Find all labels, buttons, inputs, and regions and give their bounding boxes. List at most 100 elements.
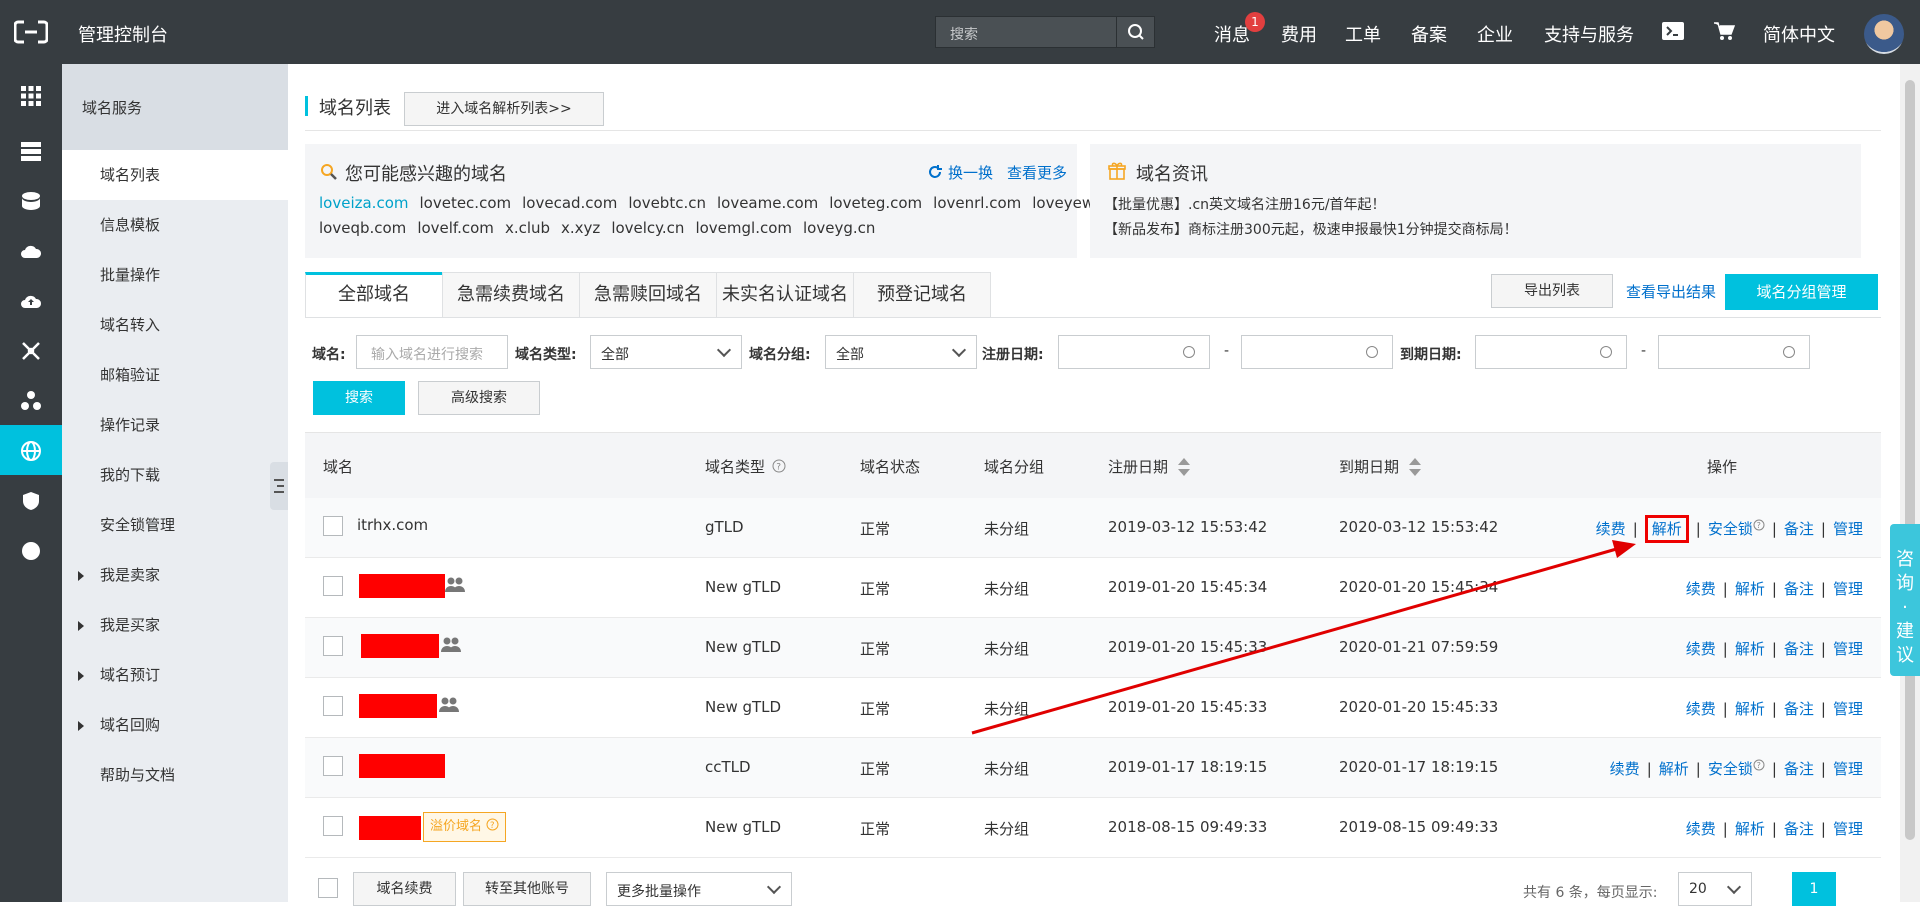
- group-manage-button[interactable]: 域名分组管理: [1725, 274, 1878, 310]
- nav-icp[interactable]: 备案: [1411, 21, 1447, 47]
- redacted-domain[interactable]: [359, 694, 437, 718]
- nav-support[interactable]: 支持与服务: [1544, 21, 1634, 47]
- suggested-domain[interactable]: x.xyz: [561, 219, 600, 237]
- suggested-domain[interactable]: lovemgl.com: [695, 219, 792, 237]
- suggested-domain[interactable]: lovenrl.com: [933, 194, 1021, 212]
- row-checkbox[interactable]: [323, 576, 343, 596]
- redacted-domain[interactable]: [359, 754, 445, 778]
- suggested-domain[interactable]: x.club: [505, 219, 550, 237]
- exp-date-end-input[interactable]: [1658, 335, 1810, 369]
- nav-billing[interactable]: 费用: [1281, 21, 1317, 47]
- suggested-domain[interactable]: lovebtc.cn: [628, 194, 706, 212]
- domain-search-input[interactable]: 输入域名进行搜索: [356, 335, 508, 369]
- manage-link[interactable]: 管理: [1833, 820, 1863, 838]
- help-icon[interactable]: ?: [1753, 519, 1765, 531]
- help-icon[interactable]: ?: [486, 818, 499, 831]
- remark-link[interactable]: 备注: [1784, 700, 1814, 718]
- view-more-link[interactable]: 查看更多: [1007, 162, 1067, 183]
- nav-tickets[interactable]: 工单: [1345, 21, 1381, 47]
- rail-domain[interactable]: [0, 425, 62, 475]
- manage-link[interactable]: 管理: [1833, 700, 1863, 718]
- nav-enterprise[interactable]: 企业: [1477, 21, 1513, 47]
- reg-date-end-input[interactable]: [1241, 335, 1393, 369]
- security-lock-link[interactable]: 安全锁: [1708, 760, 1753, 778]
- sidebar-item-email-verify[interactable]: 邮箱验证: [62, 350, 288, 400]
- manage-link[interactable]: 管理: [1833, 520, 1863, 538]
- rail-cloud[interactable]: [0, 225, 62, 275]
- news-item[interactable]: 【新品发布】商标注册300元起，极速申报最快1分钟提交商标局！: [1104, 219, 1518, 239]
- dns-resolve-link[interactable]: 解析: [1735, 580, 1765, 598]
- dns-resolve-link[interactable]: 解析: [1735, 820, 1765, 838]
- sidebar-item-templates[interactable]: 信息模板: [62, 200, 288, 250]
- page-button-current[interactable]: 1: [1792, 872, 1836, 906]
- consult-feedback-tab[interactable]: 咨询·建议: [1890, 524, 1920, 676]
- page-size-select[interactable]: 20: [1678, 872, 1752, 906]
- dns-resolve-link[interactable]: 解析: [1644, 515, 1689, 543]
- avatar[interactable]: [1864, 14, 1904, 54]
- suggested-domain[interactable]: loveteg.com: [829, 194, 922, 212]
- batch-actions-select[interactable]: 更多批量操作: [606, 872, 792, 906]
- batch-renew-button[interactable]: 域名续费: [353, 872, 456, 906]
- sort-icon[interactable]: [1177, 457, 1191, 477]
- dns-resolve-link[interactable]: 解析: [1659, 760, 1689, 778]
- page-scrollbar-thumb[interactable]: [1905, 80, 1915, 840]
- refresh-suggestions-link[interactable]: 换一换: [948, 162, 993, 183]
- domain-link[interactable]: itrhx.com: [357, 516, 428, 534]
- suggested-domain[interactable]: loveyg.cn: [803, 219, 875, 237]
- help-icon[interactable]: ?: [772, 459, 786, 473]
- transfer-account-button[interactable]: 转至其他账号: [463, 872, 591, 906]
- manage-link[interactable]: 管理: [1833, 580, 1863, 598]
- tab-preregistered[interactable]: 预登记域名: [853, 272, 991, 318]
- global-search[interactable]: 搜索: [935, 16, 1155, 48]
- remark-link[interactable]: 备注: [1784, 760, 1814, 778]
- suggested-domain[interactable]: loveame.com: [717, 194, 818, 212]
- th-exp-date[interactable]: 到期日期: [1339, 456, 1422, 477]
- remark-link[interactable]: 备注: [1784, 580, 1814, 598]
- row-checkbox[interactable]: [323, 516, 343, 536]
- redacted-domain[interactable]: [361, 634, 439, 658]
- search-icon[interactable]: [1116, 17, 1154, 47]
- advanced-search-button[interactable]: 高级搜索: [418, 381, 540, 415]
- remark-link[interactable]: 备注: [1784, 640, 1814, 658]
- row-checkbox[interactable]: [323, 636, 343, 656]
- manage-link[interactable]: 管理: [1833, 640, 1863, 658]
- rail-db[interactable]: [0, 175, 62, 225]
- tab-all-domains[interactable]: 全部域名: [305, 272, 443, 318]
- domain-type-select[interactable]: 全部: [590, 335, 742, 369]
- remark-link[interactable]: 备注: [1784, 820, 1814, 838]
- sidebar-item-seller[interactable]: 我是卖家: [62, 550, 288, 600]
- dns-resolve-link[interactable]: 解析: [1735, 700, 1765, 718]
- tab-renew-urgent[interactable]: 急需续费域名: [442, 272, 580, 318]
- refresh-icon[interactable]: [927, 164, 943, 184]
- sidebar-item-buyback[interactable]: 域名回购: [62, 700, 288, 750]
- sidebar-item-lock-manage[interactable]: 安全锁管理: [62, 500, 288, 550]
- rail-network[interactable]: [0, 325, 62, 375]
- renew-link[interactable]: 续费: [1686, 820, 1716, 838]
- remark-link[interactable]: 备注: [1784, 520, 1814, 538]
- redacted-domain[interactable]: [359, 816, 421, 840]
- sidebar-collapse-handle[interactable]: [270, 462, 288, 510]
- sidebar-item-domain-list[interactable]: 域名列表: [62, 150, 288, 200]
- row-checkbox[interactable]: [323, 756, 343, 776]
- renew-link[interactable]: 续费: [1686, 580, 1716, 598]
- row-checkbox[interactable]: [323, 816, 343, 836]
- sidebar-item-buyer[interactable]: 我是买家: [62, 600, 288, 650]
- reg-date-start-input[interactable]: [1058, 335, 1210, 369]
- search-button[interactable]: 搜索: [313, 381, 405, 415]
- aliyun-logo-icon[interactable]: [14, 20, 48, 44]
- row-checkbox[interactable]: [323, 696, 343, 716]
- goto-dns-list-button[interactable]: 进入域名解析列表>>: [404, 92, 604, 126]
- console-title[interactable]: 管理控制台: [78, 21, 168, 47]
- rail-cloud-upload[interactable]: [0, 275, 62, 325]
- nav-language[interactable]: 简体中文: [1763, 21, 1835, 47]
- suggested-domain[interactable]: loveqb.com: [319, 219, 406, 237]
- sidebar-item-logs[interactable]: 操作记录: [62, 400, 288, 450]
- cart-icon[interactable]: [1713, 21, 1736, 45]
- select-all-checkbox[interactable]: [318, 878, 338, 898]
- rail-products[interactable]: [0, 70, 62, 120]
- tab-redeem-urgent[interactable]: 急需赎回域名: [579, 272, 717, 318]
- sidebar-item-help[interactable]: 帮助与文档: [62, 750, 288, 800]
- sidebar-item-batch[interactable]: 批量操作: [62, 250, 288, 300]
- renew-link[interactable]: 续费: [1686, 640, 1716, 658]
- security-lock-link[interactable]: 安全锁: [1708, 520, 1753, 538]
